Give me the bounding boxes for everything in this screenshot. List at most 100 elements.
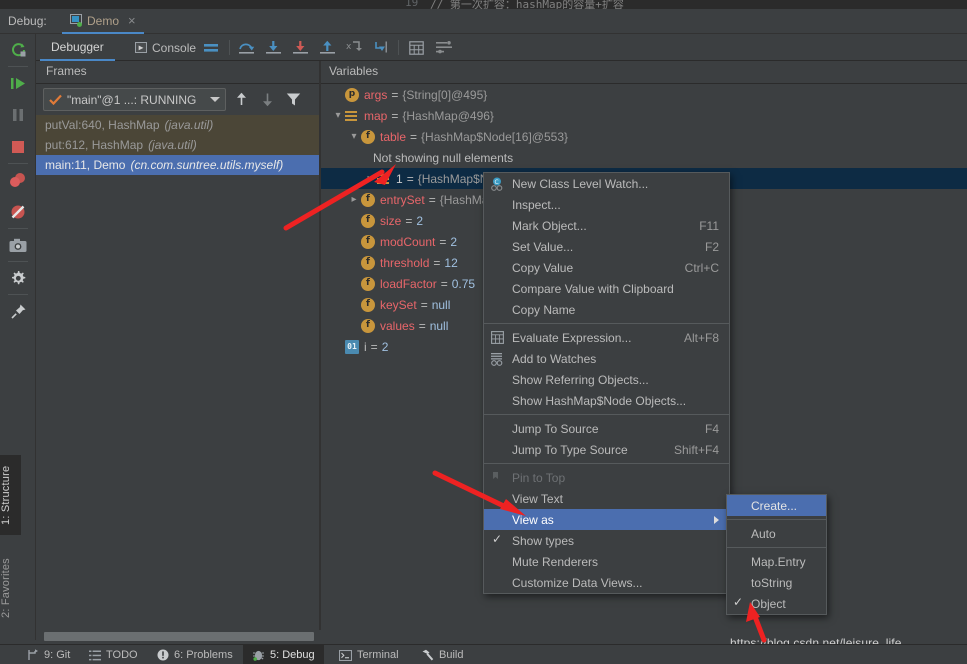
menu-item-copy-name[interactable]: Copy Name	[484, 299, 729, 320]
thread-selector[interactable]: "main"@1 ...: RUNNING	[43, 88, 226, 111]
stop-button[interactable]	[0, 131, 36, 163]
submenu-separator	[727, 519, 826, 520]
menu-item-label: Copy Value	[512, 260, 574, 275]
status-item-git[interactable]: 9: Git	[18, 645, 79, 664]
pause-program-button[interactable]	[0, 99, 36, 131]
menu-item-compare-value-with-clipboard[interactable]: Compare Value with Clipboard	[484, 278, 729, 299]
variable-name: args	[364, 87, 388, 102]
evaluate-expression-icon[interactable]	[406, 38, 426, 57]
tree-twisty-expanded[interactable]: ▾	[347, 131, 361, 142]
menu-item-mark-object[interactable]: Mark Object... F11	[484, 215, 729, 236]
sidebar-tab-structure[interactable]: 1: Structure	[0, 455, 21, 535]
menu-item-jump-to-source[interactable]: Jump To Source F4	[484, 418, 729, 439]
filter-icon[interactable]	[286, 92, 301, 107]
step-out-icon[interactable]	[317, 38, 337, 57]
layout-settings-icon[interactable]	[201, 38, 221, 57]
menu-item-show-hashmap-node-objects[interactable]: Show HashMap$Node Objects...	[484, 390, 729, 411]
frame-up-icon[interactable]	[234, 92, 249, 107]
status-item-terminal[interactable]: Terminal	[330, 645, 408, 664]
menu-item-show-types[interactable]: ✓ Show types	[484, 530, 729, 551]
run-to-cursor-icon[interactable]	[371, 38, 391, 57]
status-item-todo[interactable]: TODO	[80, 645, 147, 664]
menu-item-label: Mute Renderers	[512, 554, 599, 569]
force-step-into-icon[interactable]	[290, 38, 310, 57]
status-item-build[interactable]: Build	[412, 645, 472, 664]
menu-item-accel: Alt+F8	[683, 330, 719, 345]
thread-selector-label: "main"@1 ...: RUNNING	[67, 92, 197, 107]
submenu-item-tostring[interactable]: toString	[727, 572, 826, 593]
menu-item-label: New Class Level Watch...	[512, 176, 649, 191]
frames-list[interactable]: putVal:640, HashMap (java.util) put:612,…	[36, 115, 319, 595]
view-as-submenu[interactable]: Create... Auto Map.Entry toString ✓ Obje…	[726, 494, 827, 615]
equals-sign: =	[370, 339, 378, 354]
menu-item-jump-to-type-source[interactable]: Jump To Type Source Shift+F4	[484, 439, 729, 460]
menu-item-inspect[interactable]: Inspect...	[484, 194, 729, 215]
param-badge-icon: p	[345, 87, 359, 102]
drop-frame-icon[interactable]: x	[344, 38, 364, 57]
resume-program-button[interactable]	[0, 67, 36, 99]
variable-row-map[interactable]: ▾ map = {HashMap@496}	[321, 105, 967, 126]
frame-location: putVal:640, HashMap	[45, 118, 160, 132]
thread-selector-row: "main"@1 ...: RUNNING	[36, 84, 319, 114]
status-item-label: Terminal	[357, 649, 399, 661]
variable-value: {HashMap$Node[16]@553}	[421, 129, 568, 144]
pin-tab-button[interactable]	[0, 295, 36, 327]
step-into-icon[interactable]	[263, 38, 283, 57]
variable-value: {HashMap@496}	[402, 108, 494, 123]
settings-icon[interactable]	[434, 38, 454, 57]
svg-text:x: x	[346, 42, 352, 52]
screenshot-button[interactable]	[0, 229, 36, 261]
console-icon: ▶	[135, 42, 147, 53]
menu-item-evaluate-expression[interactable]: Evaluate Expression... Alt+F8	[484, 327, 729, 348]
menu-item-copy-value[interactable]: Copy Value Ctrl+C	[484, 257, 729, 278]
submenu-item-map-entry[interactable]: Map.Entry	[727, 551, 826, 572]
variable-value: 2	[450, 234, 458, 249]
menu-item-add-to-watches[interactable]: Add to Watches	[484, 348, 729, 369]
close-icon[interactable]: ×	[128, 13, 136, 28]
bug-icon	[253, 650, 264, 661]
variable-row-table[interactable]: ▾ f table = {HashMap$Node[16]@553}	[321, 126, 967, 147]
tab-debugger[interactable]: Debugger	[40, 34, 115, 61]
tree-twisty-expanded[interactable]: ▾	[331, 110, 345, 121]
view-breakpoints-button[interactable]	[0, 164, 36, 196]
frame-down-icon[interactable]	[260, 92, 275, 107]
field-badge-icon: f	[361, 234, 375, 249]
session-tab-demo[interactable]: Demo ×	[62, 9, 144, 34]
variable-name: threshold	[380, 255, 430, 270]
menu-item-label: Inspect...	[512, 197, 561, 212]
submenu-item-create[interactable]: Create...	[727, 495, 826, 516]
equals-sign: =	[439, 234, 447, 249]
frame-package: (java.util)	[148, 138, 197, 152]
status-item-problems[interactable]: 6: Problems	[148, 645, 242, 664]
editor-gutter-line-number: 19	[405, 0, 419, 9]
rerun-button[interactable]	[0, 34, 36, 66]
tab-console-label: Console	[152, 40, 197, 55]
frame-row-selected[interactable]: main:11, Demo (cn.com.suntree.utils.myse…	[36, 155, 319, 175]
step-over-icon[interactable]	[236, 38, 256, 57]
variable-context-menu[interactable]: C New Class Level Watch... Inspect... Ma…	[483, 172, 730, 594]
sidebar-tab-favorites[interactable]: 2: Favorites	[0, 548, 21, 628]
settings-button[interactable]	[0, 262, 36, 294]
debug-window-header: Debug: Demo ×	[0, 9, 967, 34]
menu-item-new-class-level-watch[interactable]: C New Class Level Watch...	[484, 173, 729, 194]
status-item-debug[interactable]: 5: Debug	[243, 645, 324, 664]
session-tab-label: Demo	[87, 13, 120, 28]
menu-item-mute-renderers[interactable]: Mute Renderers	[484, 551, 729, 572]
calculator-icon	[489, 330, 505, 345]
frames-hscrollbar-thumb[interactable]	[44, 632, 314, 641]
submenu-item-auto[interactable]: Auto	[727, 523, 826, 544]
variable-row-args[interactable]: p args = {String[0]@495}	[321, 84, 967, 105]
problems-icon	[157, 649, 169, 661]
tab-console[interactable]: ▶ Console	[124, 34, 207, 61]
variable-row-note: Not showing null elements	[321, 147, 967, 168]
check-icon	[49, 94, 62, 105]
debugger-tabstrip: Debugger ▶ Console x	[36, 34, 967, 61]
mute-breakpoints-button[interactable]	[0, 196, 36, 228]
menu-item-customize-data-views[interactable]: Customize Data Views...	[484, 572, 729, 593]
menu-item-set-value[interactable]: Set Value... F2	[484, 236, 729, 257]
collection-badge-icon	[345, 109, 359, 123]
frame-row[interactable]: putVal:640, HashMap (java.util)	[36, 115, 319, 135]
frame-row[interactable]: put:612, HashMap (java.util)	[36, 135, 319, 155]
variable-name: table	[380, 129, 407, 144]
menu-item-show-referring-objects[interactable]: Show Referring Objects...	[484, 369, 729, 390]
